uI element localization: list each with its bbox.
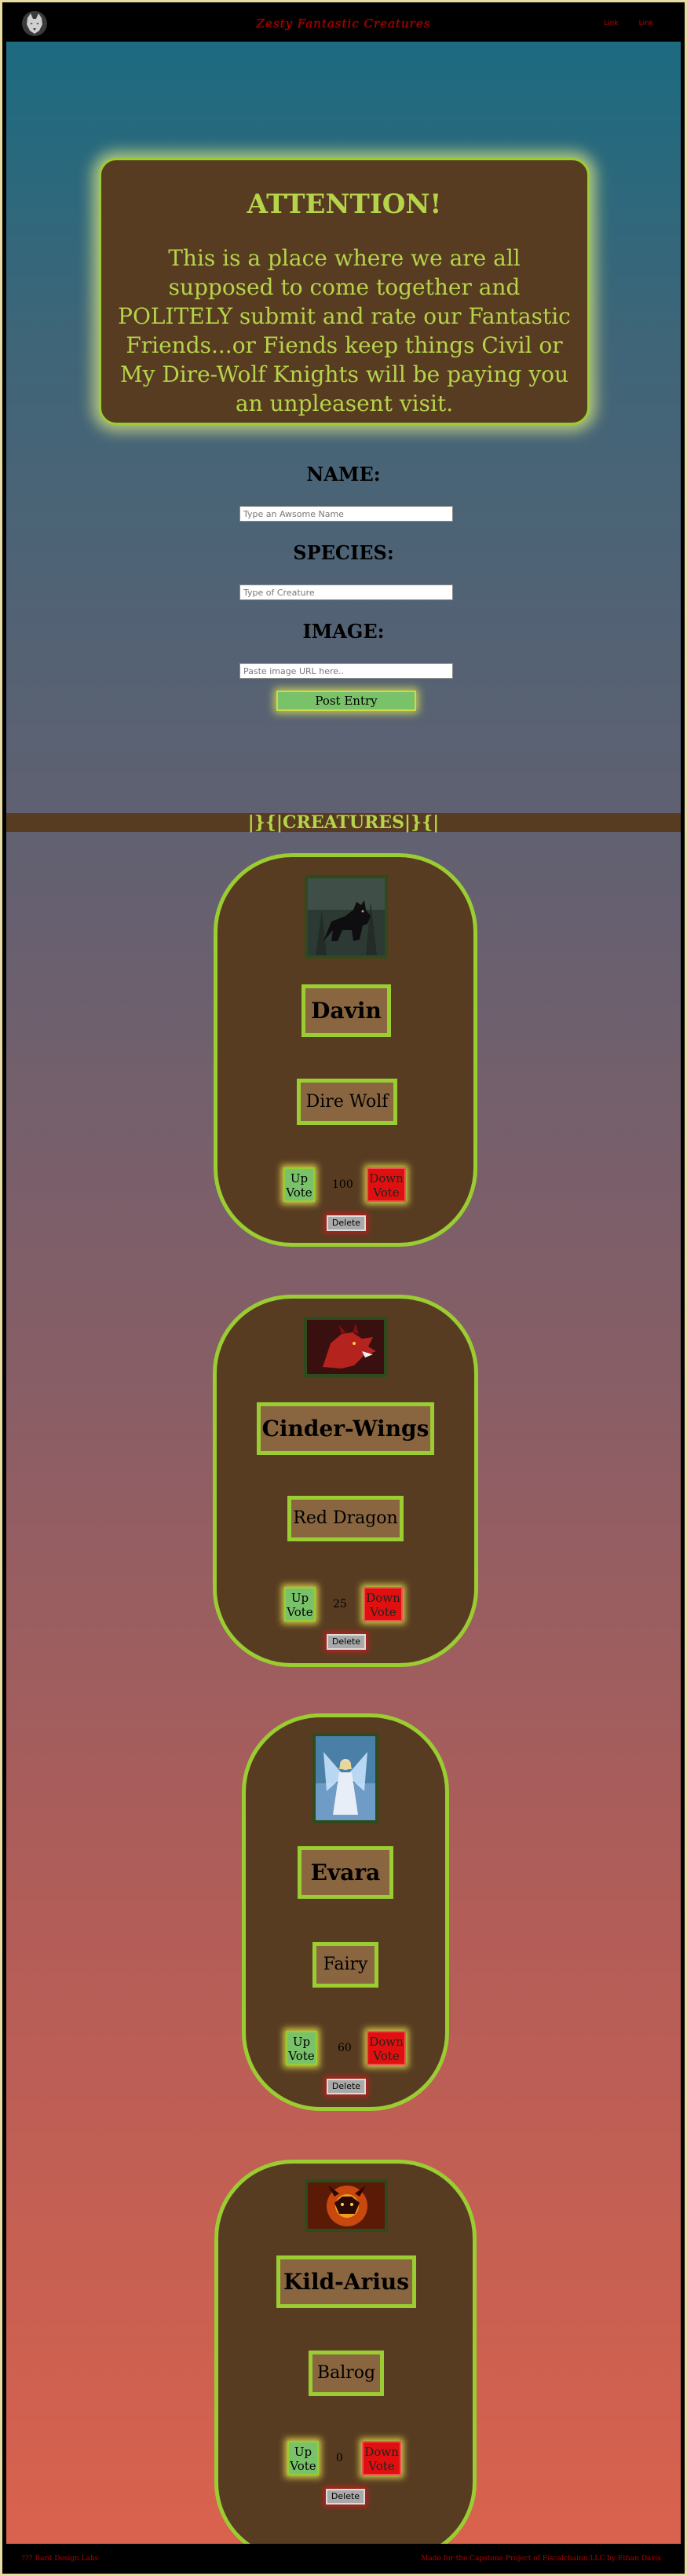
attention-message: This is a place where we are all suppose… [118,245,571,416]
creature-name: Cinder-Wings [257,1402,434,1455]
vote-count: 0 [336,2452,343,2464]
red-dragon-image [304,1317,387,1377]
name-input[interactable] [239,506,453,522]
balrog-image [305,2179,388,2232]
creature-card: Davin Dire Wolf Up Vote 100 Down Vote De… [214,853,477,1247]
delete-button[interactable]: Delete [326,2489,365,2505]
site-footer: ??? Bard Design Labs Made for the Capsto… [2,2544,685,2574]
creature-species: Balrog [309,2351,384,2396]
main-content: ATTENTION! This is a place where we are … [6,42,681,2561]
down-vote-button[interactable]: Down Vote [367,2031,406,2065]
delete-button[interactable]: Delete [327,1215,366,1231]
down-vote-button[interactable]: Down Vote [364,1587,403,1621]
vote-count: 25 [333,1598,347,1610]
black-wolf-image [305,875,388,958]
down-vote-button[interactable]: Down Vote [367,1167,406,1202]
species-input[interactable] [239,584,453,600]
creature-species: Dire Wolf [297,1079,397,1125]
up-vote-button[interactable]: Up Vote [286,2031,317,2065]
delete-button[interactable]: Delete [327,1634,366,1650]
down-vote-button[interactable]: Down Vote [362,2441,401,2475]
attention-panel: ATTENTION! This is a place where we are … [99,158,590,425]
post-entry-button[interactable]: Post Entry [276,691,416,711]
creature-name: Evara [298,1846,393,1899]
up-vote-button[interactable]: Up Vote [283,1167,315,1202]
image-url-input[interactable] [239,663,453,679]
creature-species: Fairy [312,1942,378,1988]
creature-species: Red Dragon [287,1496,404,1541]
vote-count: 100 [332,1178,353,1191]
delete-button[interactable]: Delete [327,2079,366,2094]
footer-copyright: ??? Bard Design Labs [21,2555,99,2563]
attention-title: ATTENTION! [247,189,442,220]
vote-count: 60 [338,2042,352,2054]
image-label: IMAGE: [302,620,385,643]
footer-credit: Made for the Capstone Project of Fiscalc… [421,2555,661,2563]
creature-card: Evara Fairy Up Vote 60 Down Vote Delete [242,1713,449,2111]
up-vote-button[interactable]: Up Vote [284,1587,316,1621]
up-vote-button[interactable]: Up Vote [287,2441,319,2475]
site-header: Zesty Fantastic Creatures Link Link [2,2,685,42]
creature-name: Davin [301,984,391,1037]
species-label: SPECIES: [293,541,394,564]
creature-card: Cinder-Wings Red Dragon Up Vote 25 Down … [213,1295,478,1667]
creature-card: Kild-Arius Balrog Up Vote 0 Down Vote De… [214,2160,477,2561]
creature-name: Kild-Arius [276,2255,416,2308]
nav-link-1[interactable]: Link [604,20,618,27]
creatures-section-title: |}{|CREATURES|}{| [6,813,681,832]
nav-links: Link Link [604,20,653,27]
site-title: Zesty Fantastic Creatures [256,16,431,31]
nav-link-2[interactable]: Link [639,20,653,27]
name-label: NAME: [306,463,381,486]
fairy-image [312,1733,378,1823]
